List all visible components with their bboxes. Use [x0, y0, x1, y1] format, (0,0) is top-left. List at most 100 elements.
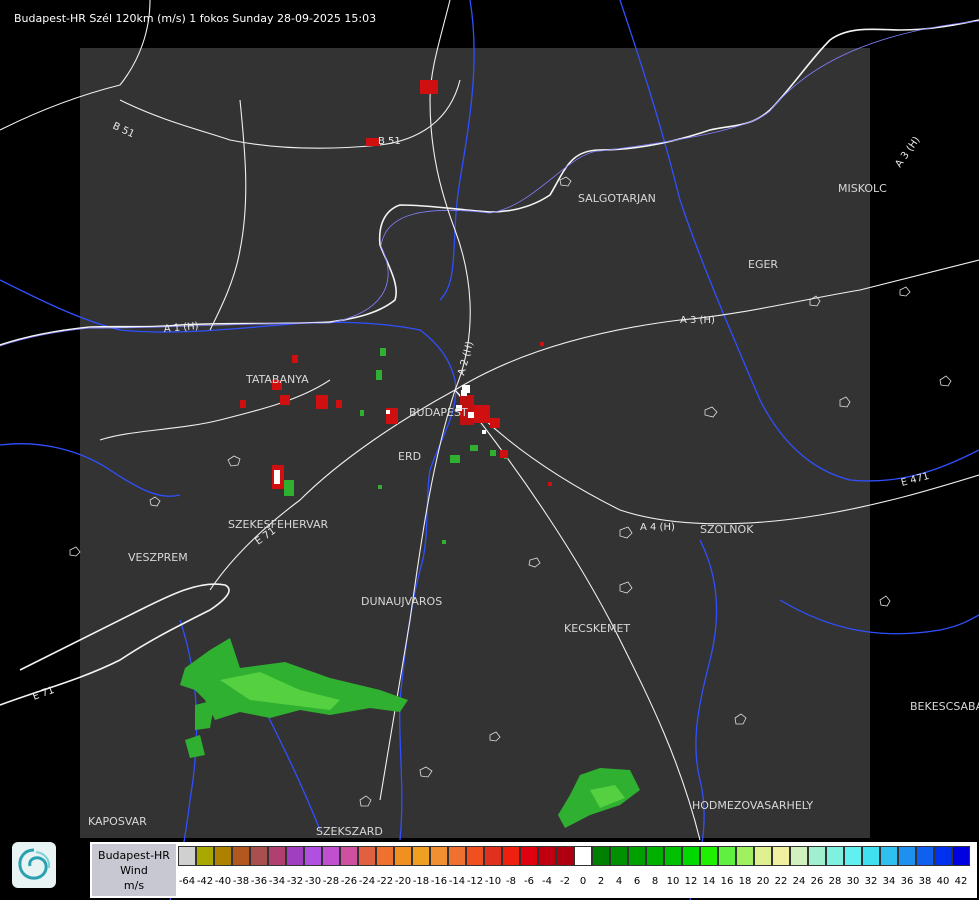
city-label: MISKOLC — [838, 182, 887, 195]
legend-swatch — [646, 846, 664, 866]
legend-tick-label: 4 — [615, 876, 623, 887]
city-label: ERD — [398, 450, 421, 463]
legend-swatch — [898, 846, 916, 866]
legend-tick-label: 2 — [597, 876, 605, 887]
legend-tick-labels: -64 -42 -40 -38 -36 -34 -32 -30 -28 -26 -24 -22 -20-… — [178, 876, 970, 887]
legend-tick-label: -64 — [178, 876, 196, 887]
legend-swatch — [700, 846, 718, 866]
legend-tick-label: 22 — [774, 876, 788, 887]
legend-swatch — [358, 846, 376, 866]
legend-swatch — [340, 846, 358, 866]
radar-site-marker — [461, 390, 467, 396]
legend-swatch — [484, 846, 502, 866]
legend-tick-label: -8 — [506, 876, 516, 887]
legend-swatch — [196, 846, 214, 866]
legend-tick-label: -36 — [250, 876, 268, 887]
legend-swatch — [232, 846, 250, 866]
city-label: DUNAUJVAROS — [361, 595, 442, 608]
city-label: BUDAPEST — [409, 406, 468, 419]
legend-swatches — [178, 846, 970, 868]
legend-swatch — [250, 846, 268, 866]
legend-tick-label: 28 — [828, 876, 842, 887]
legend-swatch — [916, 846, 934, 866]
city-label: SZEKSZARD — [316, 825, 383, 838]
legend-swatch — [268, 846, 286, 866]
city-label: KECSKEMET — [564, 622, 630, 635]
radar-map: SALGOTARJAN MISKOLC EGER TATABANYA BUDAP… — [0, 0, 979, 900]
legend-swatch — [682, 846, 700, 866]
legend-swatch — [808, 846, 826, 866]
legend-tick-label: -22 — [376, 876, 394, 887]
legend-swatch — [502, 846, 520, 866]
legend-tick-label: 30 — [846, 876, 860, 887]
legend-tick-label: 40 — [936, 876, 950, 887]
legend-swatch — [790, 846, 808, 866]
legend-tick-label: 14 — [702, 876, 716, 887]
legend-tick-label: -32 — [286, 876, 304, 887]
legend-swatch — [574, 846, 592, 866]
legend-swatch — [178, 846, 196, 866]
city-label: SALGOTARJAN — [578, 192, 656, 205]
city-label: HODMEZOVASARHELY — [692, 799, 813, 812]
legend-swatch — [754, 846, 772, 866]
wind-legend: Budapest-HR Wind m/s -64 -42 -40 -38 -36 -34-… — [90, 842, 977, 898]
city-label: KAPOSVAR — [88, 815, 147, 828]
city-label: SZOLNOK — [700, 523, 754, 536]
legend-tick-label: 34 — [882, 876, 896, 887]
road-label: E 71 — [31, 685, 56, 703]
legend-tick-label: -16 — [430, 876, 448, 887]
legend-swatch — [862, 846, 880, 866]
legend-swatch — [952, 846, 970, 866]
legend-swatch — [826, 846, 844, 866]
legend-tick-label: -2 — [560, 876, 570, 887]
legend-tick-label: 38 — [918, 876, 932, 887]
legend-tick-label: -4 — [542, 876, 552, 887]
legend-tick-label: 16 — [720, 876, 734, 887]
legend-swatch — [376, 846, 394, 866]
legend-tick-label: -26 — [340, 876, 358, 887]
legend-tick-label: -30 — [304, 876, 322, 887]
legend-tick-label: -6 — [524, 876, 534, 887]
road-label: A 3 (H) — [893, 135, 922, 170]
legend-tick-label: -28 — [322, 876, 340, 887]
legend-tick-label: 32 — [864, 876, 878, 887]
legend-title: Budapest-HR Wind m/s — [92, 844, 176, 896]
legend-tick-label: 18 — [738, 876, 752, 887]
road-label: B 51 — [378, 136, 401, 147]
legend-swatch — [772, 846, 790, 866]
legend-swatch — [556, 846, 574, 866]
legend-swatch — [412, 846, 430, 866]
legend-title-line: Budapest-HR — [98, 849, 170, 862]
legend-swatch — [430, 846, 448, 866]
city-label: SZEKESFEHERVAR — [228, 518, 329, 531]
legend-tick-label: -38 — [232, 876, 250, 887]
legend-tick-label: -20 — [394, 876, 412, 887]
legend-tick-label: 10 — [666, 876, 680, 887]
legend-tick-label: -40 — [214, 876, 232, 887]
legend-tick-label: -18 — [412, 876, 430, 887]
legend-swatch — [592, 846, 610, 866]
legend-tick-label: 36 — [900, 876, 914, 887]
city-label: TATABANYA — [245, 373, 309, 386]
legend-swatch — [934, 846, 952, 866]
legend-swatch — [466, 846, 484, 866]
road-label: A 4 (H) — [640, 522, 675, 533]
legend-swatch — [322, 846, 340, 866]
legend-tick-label: -34 — [268, 876, 286, 887]
legend-tick-label: 12 — [684, 876, 698, 887]
legend-tick-label: 6 — [633, 876, 641, 887]
legend-tick-label: 0 — [579, 876, 587, 887]
legend-tick-label: -12 — [466, 876, 484, 887]
legend-tick-label: -24 — [358, 876, 376, 887]
map-title: Budapest-HR Szél 120km (m/s) 1 fokos Sun… — [14, 12, 377, 25]
legend-tick-label: -42 — [196, 876, 214, 887]
legend-tick-label: 24 — [792, 876, 806, 887]
legend-swatch — [304, 846, 322, 866]
legend-tick-label: 42 — [954, 876, 968, 887]
city-label: BEKESCSABA — [910, 700, 979, 713]
legend-swatch — [448, 846, 466, 866]
legend-swatch — [520, 846, 538, 866]
legend-title-line: Wind — [120, 864, 148, 877]
legend-tick-label: 20 — [756, 876, 770, 887]
road-label: A 3 (H) — [680, 315, 715, 326]
